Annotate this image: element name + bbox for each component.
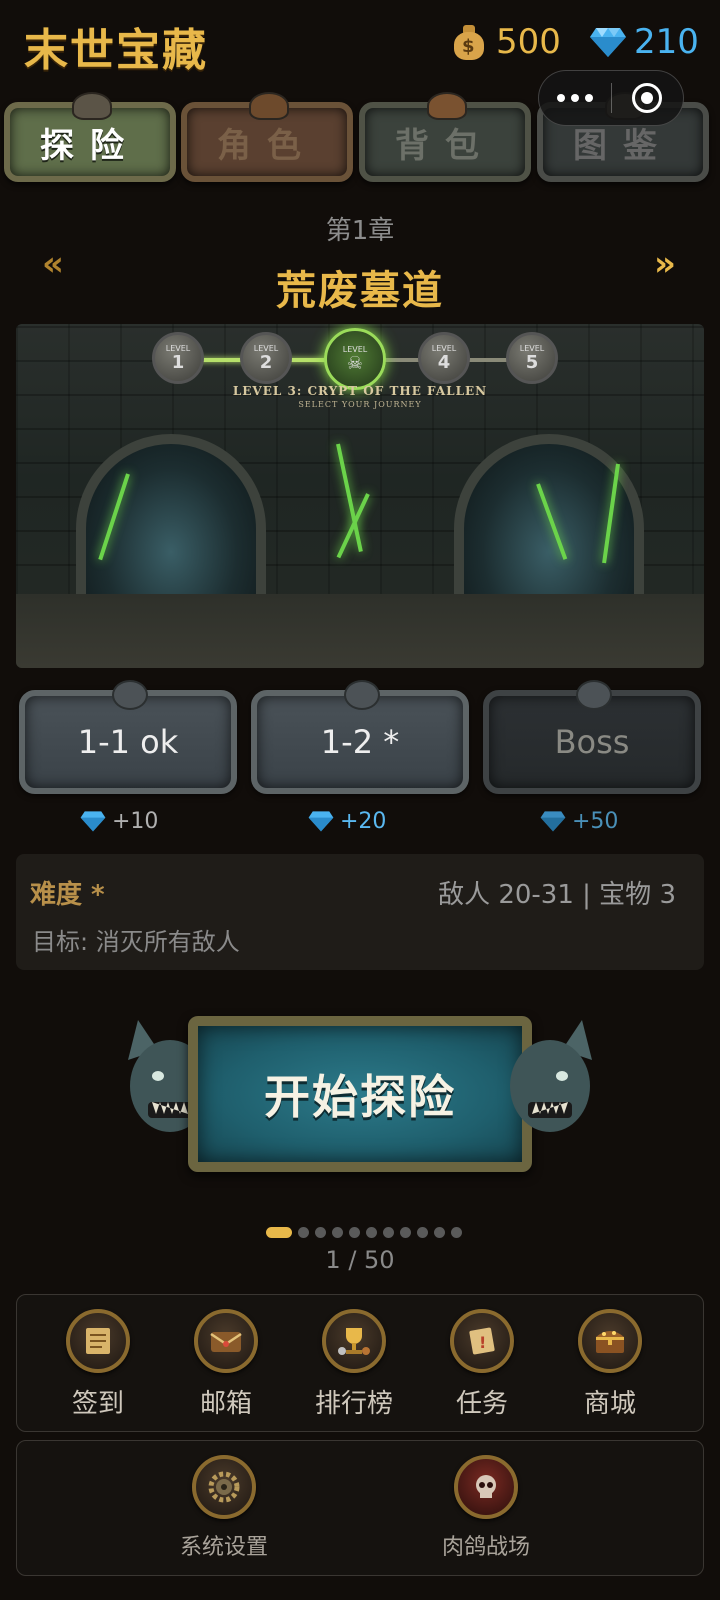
menu-mailbox[interactable]: 邮箱 — [171, 1309, 281, 1421]
chapter-banner: LEVEL 1 LEVEL 2 LEVEL ☠ LEVEL 4 LEVEL 5 LEVEL… — [16, 324, 704, 668]
menu-checkin[interactable]: 签到 — [43, 1309, 153, 1421]
mail-chest-icon — [194, 1309, 258, 1373]
stage-card-1-2[interactable]: 1-2 * — [251, 680, 469, 794]
chapter-number: 第1章 — [325, 216, 395, 246]
stage-goal: 目标: 消灭所有敌人 — [32, 928, 240, 956]
skull-arena-icon — [454, 1455, 518, 1519]
start-button-frame: 开始探险 — [118, 1000, 602, 1190]
money-bag-icon: $ — [452, 24, 486, 60]
quest-scroll-icon: ! — [450, 1309, 514, 1373]
treasure-chest-icon — [578, 1309, 642, 1373]
level-node-2[interactable]: LEVEL 2 — [240, 332, 292, 384]
tab-character[interactable]: 角色 — [181, 92, 353, 182]
pager-dot-2[interactable] — [298, 1226, 309, 1238]
diamond-icon — [80, 811, 106, 832]
difficulty-label: 难度 * — [30, 880, 105, 910]
tab-backpack[interactable]: 背包 — [359, 92, 531, 182]
coin-counter: $ 500 — [452, 22, 561, 62]
chapter-name: 荒废墓道 — [276, 268, 444, 314]
gem-counter: 210 — [590, 22, 699, 62]
diamond-icon — [540, 811, 566, 832]
stage-info-panel: 难度 * 敌人 20-31 | 宝物 3 目标: 消灭所有敌人 — [16, 854, 704, 970]
gem-amount: 210 — [634, 22, 699, 62]
menu-leaderboard[interactable]: 排行榜 — [299, 1309, 409, 1421]
pager-dot-10[interactable] — [434, 1226, 445, 1238]
more-menu-button[interactable] — [539, 94, 611, 102]
stage-reward-1: +10 — [80, 806, 158, 836]
level-node-3[interactable]: LEVEL ☠ — [324, 328, 386, 390]
pager-dot-6[interactable] — [366, 1226, 377, 1238]
menu-quests[interactable]: ! 任务 — [427, 1309, 537, 1421]
banner-level-subtitle: SELECT YOUR JOURNEY — [298, 400, 422, 409]
gear-icon — [192, 1455, 256, 1519]
banner-level-title: LEVEL 3: CRYPT OF THE FALLEN — [232, 384, 488, 398]
level-node-5[interactable]: LEVEL 5 — [506, 332, 558, 384]
next-chapter-button[interactable]: » — [654, 244, 676, 284]
stage-reward-boss: +50 — [540, 806, 618, 836]
diamond-icon — [308, 811, 334, 832]
start-adventure-button[interactable]: 开始探险 — [188, 1016, 532, 1172]
enemy-treasure-stats: 敌人 20-31 | 宝物 3 — [438, 880, 676, 910]
system-menu: 系统设置 肉鸽战场 — [16, 1440, 704, 1576]
skull-icon: ☠ — [346, 352, 364, 374]
stage-pager — [266, 1226, 462, 1238]
stage-card-boss[interactable]: Boss — [483, 680, 701, 794]
game-title: 末世宝藏 — [24, 25, 208, 76]
page-counter: 1 / 50 — [325, 1246, 395, 1274]
trophy-icon — [322, 1309, 386, 1373]
calendar-scroll-icon — [66, 1309, 130, 1373]
tab-explore[interactable]: 探险 — [4, 92, 176, 182]
stage-reward-2: +20 — [308, 806, 386, 836]
feature-menu: 签到 邮箱 排行榜 ! 任务 商城 — [16, 1294, 704, 1432]
miniprogram-capsule — [538, 70, 684, 126]
level-node-1[interactable]: LEVEL 1 — [152, 332, 204, 384]
gargoyle-right-icon — [510, 1020, 592, 1132]
coin-amount: 500 — [496, 22, 561, 62]
menu-roguelike-arena[interactable]: 肉鸽战场 — [431, 1455, 541, 1567]
svg-text:!: ! — [479, 1333, 486, 1352]
pager-dot-5[interactable] — [349, 1226, 360, 1238]
target-icon — [632, 83, 663, 113]
menu-shop[interactable]: 商城 — [555, 1309, 665, 1421]
pager-dot-11[interactable] — [451, 1226, 462, 1238]
pager-dot-3[interactable] — [315, 1226, 326, 1238]
pager-dot-7[interactable] — [383, 1226, 394, 1238]
pager-dot-8[interactable] — [400, 1226, 411, 1238]
pager-dot-9[interactable] — [417, 1226, 428, 1238]
pager-dot-4[interactable] — [332, 1226, 343, 1238]
level-node-4[interactable]: LEVEL 4 — [418, 332, 470, 384]
menu-settings[interactable]: 系统设置 — [169, 1455, 279, 1567]
stage-card-1-1[interactable]: 1-1 ok — [19, 680, 237, 794]
close-miniprogram-button[interactable] — [612, 83, 684, 113]
diamond-icon — [590, 28, 626, 57]
pager-dot-1[interactable] — [266, 1226, 292, 1238]
